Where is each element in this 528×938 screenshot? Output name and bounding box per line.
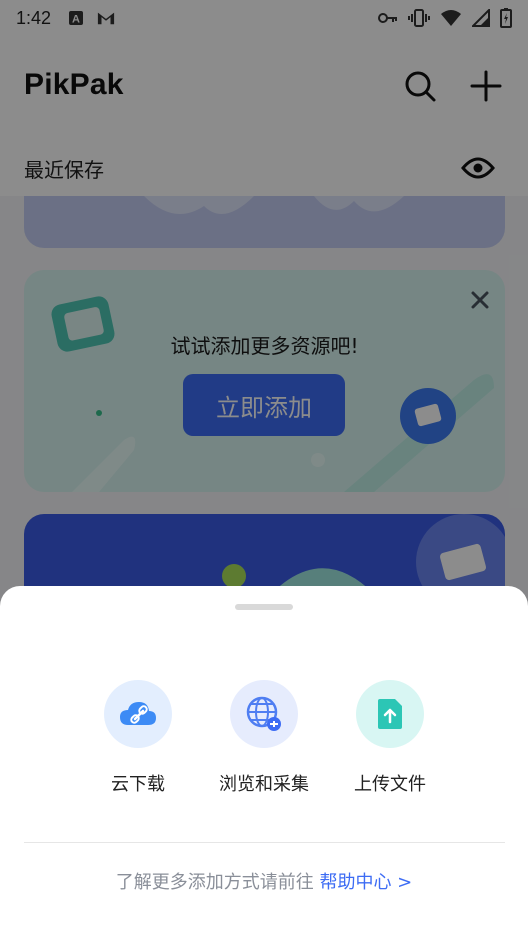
sheet-divider <box>24 842 505 843</box>
help-center-link[interactable]: 帮助中心 > <box>319 872 412 893</box>
browse-collect-icon-circle <box>230 680 298 748</box>
upload-file-label: 上传文件 <box>354 774 426 795</box>
help-row: 了解更多添加方式请前往 帮助中心 > <box>0 868 528 894</box>
cloud-download-action[interactable]: 云下载 <box>68 680 208 796</box>
help-text: 了解更多添加方式请前往 <box>115 872 314 893</box>
globe-collect-icon <box>246 696 281 731</box>
cloud-download-icon-circle <box>104 680 172 748</box>
cloud-link-icon <box>120 702 156 725</box>
browse-collect-label: 浏览和采集 <box>219 774 309 795</box>
browse-collect-action[interactable]: 浏览和采集 <box>194 680 334 796</box>
upload-file-action[interactable]: 上传文件 <box>320 680 460 796</box>
sheet-drag-handle[interactable] <box>235 604 293 610</box>
add-bottom-sheet: 云下载 浏览和采集 上传文件 了解更多添加方式请前往 帮助中心 > <box>0 586 528 938</box>
upload-file-icon-circle <box>356 680 424 748</box>
upload-file-icon <box>378 699 402 729</box>
cloud-download-label: 云下载 <box>111 774 165 795</box>
